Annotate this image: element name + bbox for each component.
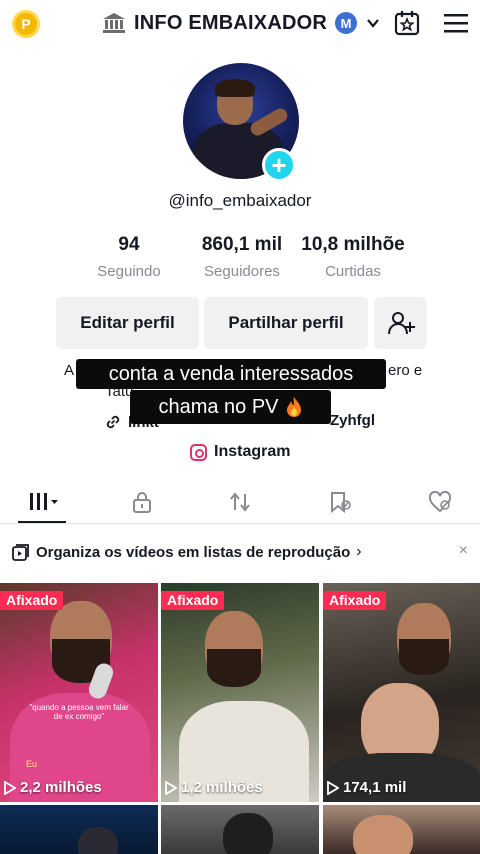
link-text-tail[interactable]: Zyhfgl [330,412,375,429]
overlay-caption-line1: conta a venda interessados [76,359,386,389]
video-thumbnail[interactable] [323,805,480,854]
edit-profile-button[interactable]: Editar perfil [56,297,199,349]
heart-icon [428,490,452,513]
play-icon [4,780,16,795]
view-count: 174,1 mil [327,779,406,796]
video-thumbnail[interactable]: Afixado "quando a pessoa vem falar de ex… [0,583,158,802]
chevron-right-icon: › [356,543,362,560]
instagram-link[interactable]: Instagram [190,441,290,463]
close-icon[interactable]: × [459,542,468,560]
playlist-banner[interactable]: Organiza os vídeos em listas de reproduç… [12,536,468,568]
membership-badge: M [335,12,357,34]
bank-icon [103,13,125,33]
add-story-button[interactable]: + [262,148,296,182]
tab-videos[interactable] [20,486,68,518]
stat-likes[interactable]: 10,8 milhõe Curtidas [294,234,412,280]
calendar-star-icon[interactable] [394,10,420,36]
view-count-text: 1,2 milhões [181,779,263,796]
pinned-badge: Afixado [0,591,64,610]
stat-value: 94 [118,234,140,255]
repost-icon [230,492,250,512]
top-bar: P INFO EMBAIXADOR M [0,0,480,46]
stat-label: Seguidores [204,263,280,280]
coin-icon[interactable]: P [12,10,40,38]
lock-icon [133,492,151,513]
video-thumbnail[interactable]: Afixado 1,2 milhões [161,583,319,802]
grid-icon [30,493,58,510]
tab-private[interactable] [118,486,166,518]
view-count: 1,2 milhões [165,779,263,796]
username: @info_embaixador [168,191,312,210]
video-grid: Afixado "quando a pessoa vem falar de ex… [0,583,480,854]
view-count-text: 2,2 milhões [20,779,102,796]
link-icon [106,415,120,429]
view-count: 2,2 milhões [4,779,102,796]
share-profile-button[interactable]: Partilhar perfil [204,297,368,349]
playlist-icon [12,543,29,561]
chevron-down-icon [367,19,379,28]
pinned-badge: Afixado [161,591,225,610]
video-thumbnail[interactable] [0,805,158,854]
overlay-caption-line2: chama no PV [130,390,331,424]
bio-text: A [64,362,75,379]
stat-value: 860,1 mil [201,234,283,255]
stat-following[interactable]: 94 Seguindo [80,234,178,280]
account-switcher[interactable]: INFO EMBAIXADOR M [102,10,381,36]
instagram-icon [190,443,207,461]
tab-saved[interactable] [316,486,364,518]
video-caption-small: Eu [26,759,38,769]
stat-value: 10,8 milhõe [301,234,405,255]
instagram-label: Instagram [214,443,291,460]
tab-reposts[interactable] [216,486,264,518]
play-icon [327,780,339,795]
playlist-banner-text: Organiza os vídeos em listas de reproduç… [36,543,351,561]
active-tab-indicator [18,521,66,523]
stat-label: Seguindo [97,263,161,280]
video-thumbnail[interactable] [161,805,319,854]
fire-icon [286,397,301,417]
hamburger-menu-icon[interactable] [443,12,469,34]
overlay-caption-text: chama no PV [158,395,279,418]
play-icon [165,780,177,795]
view-count-text: 174,1 mil [343,779,407,796]
page-title: INFO EMBAIXADOR [134,11,327,34]
add-friend-button[interactable] [374,297,427,349]
tab-liked[interactable] [416,486,464,518]
bookmark-icon [331,492,351,514]
stat-followers[interactable]: 860,1 mil Seguidores [192,234,292,280]
stat-label: Curtidas [325,263,381,280]
profile-tabs [0,480,480,524]
pinned-badge: Afixado [323,591,387,610]
bio-text: ero e [388,362,423,379]
video-caption: "quando a pessoa vem falar de ex comigo" [29,703,129,721]
add-user-icon [387,312,415,335]
video-thumbnail[interactable]: Afixado 174,1 mil [323,583,480,802]
